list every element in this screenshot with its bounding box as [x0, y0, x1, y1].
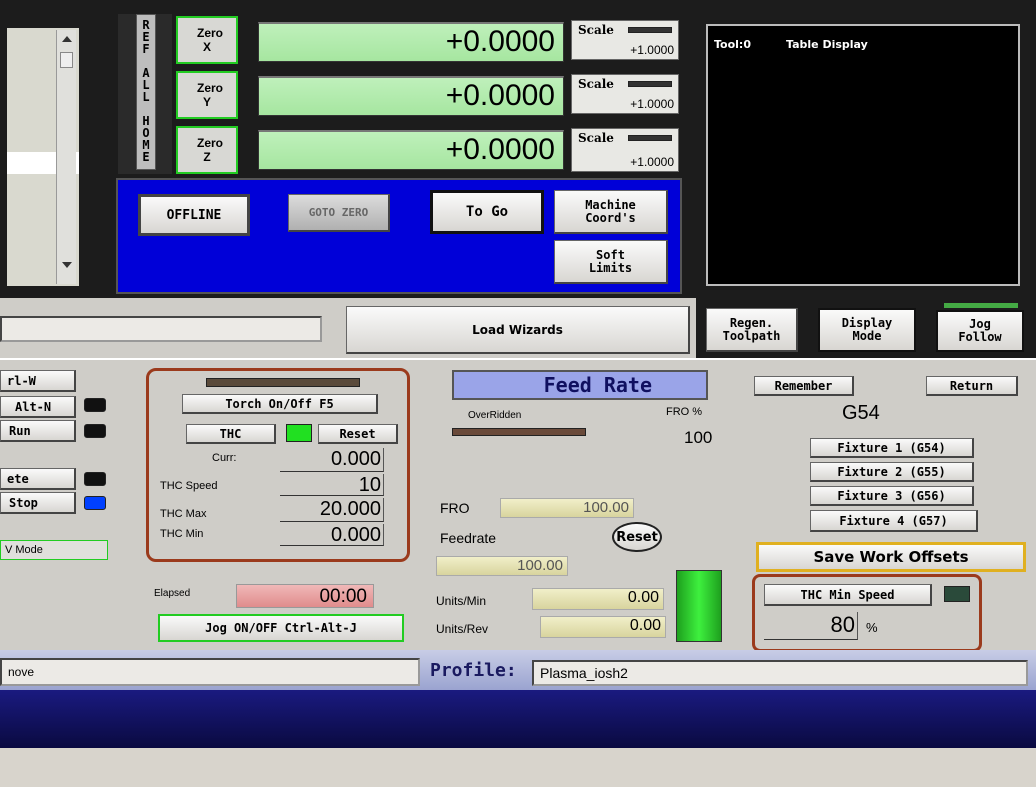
left-button-3[interactable]: Run [0, 420, 76, 442]
thc-speed-value[interactable]: 10 [280, 474, 384, 496]
fixture-4-button[interactable]: Fixture 4 (G57) [810, 510, 978, 532]
zero-y-label: Zero Y [197, 81, 224, 109]
scroll-thumb[interactable] [60, 52, 73, 68]
thc-min-speed-led [944, 586, 970, 602]
fro-percent-label: FRO % [666, 406, 703, 418]
left-button-5[interactable]: Stop [0, 492, 76, 514]
thc-min-speed-value[interactable]: 80 [764, 612, 858, 640]
left-led-4 [84, 496, 106, 510]
feed-rate-title: Feed Rate [452, 370, 708, 400]
bottom-blue-bar [0, 690, 1036, 748]
thc-led [286, 424, 312, 442]
overridden-led [452, 428, 586, 436]
units-min-value: 0.00 [532, 588, 664, 610]
offline-button[interactable]: OFFLINE [138, 194, 250, 236]
spindle-green-indicator [676, 570, 722, 642]
jog-follow-led [944, 303, 1018, 308]
jog-onoff-button[interactable]: Jog ON/OFF Ctrl-Alt-J [158, 614, 404, 642]
torch-button[interactable]: Torch On/Off F5 [182, 394, 378, 414]
thc-speed-label: THC Speed [160, 480, 218, 492]
thc-min-value[interactable]: 0.000 [280, 524, 384, 546]
fixture-2-button[interactable]: Fixture 2 (G55) [810, 462, 974, 482]
thc-max-value[interactable]: 20.000 [280, 498, 384, 522]
zero-x-label: Zero X [197, 26, 224, 54]
ref-all-home-strip[interactable]: REFALLHOME [136, 14, 156, 170]
scroll-down-icon[interactable] [62, 262, 72, 268]
tool-label: Tool:0 [714, 38, 751, 51]
units-rev-value: 0.00 [540, 616, 666, 638]
z-dro[interactable]: +0.0000 [258, 130, 564, 170]
elapsed-label: Elapsed [154, 588, 191, 599]
fixture-3-button[interactable]: Fixture 3 (G56) [810, 486, 974, 506]
scroll-up-icon[interactable] [62, 36, 72, 42]
thc-reset-button[interactable]: Reset [318, 424, 398, 444]
left-scrollbar[interactable] [56, 30, 76, 284]
zero-x-button[interactable]: Zero X [176, 16, 238, 64]
current-offset: G54 [842, 402, 880, 424]
scale-y-led [628, 81, 672, 87]
left-led-3 [84, 472, 106, 486]
units-min-label: Units/Min [436, 594, 487, 608]
left-button-4[interactable]: ete [0, 468, 76, 490]
zero-z-button[interactable]: Zero Z [176, 126, 238, 174]
scale-y[interactable]: Scale +1.0000 [571, 74, 679, 114]
overridden-label: OverRidden [468, 410, 522, 421]
fro-value[interactable]: 100.00 [500, 498, 634, 518]
regen-toolpath-button[interactable]: Regen. Toolpath [706, 308, 798, 352]
profile-label: Profile: [430, 660, 517, 681]
table-display[interactable]: Tool:0 Table Display [706, 24, 1020, 286]
table-display-title: Table Display [786, 38, 868, 51]
feed-reset-button[interactable]: Reset [612, 522, 662, 552]
torch-led [206, 378, 360, 387]
machine-coords-button[interactable]: Machine Coord's [554, 190, 668, 234]
feedrate-label: Feedrate [440, 530, 497, 546]
zero-z-label: Zero Z [197, 136, 224, 164]
thc-min-speed-button[interactable]: THC Min Speed [764, 584, 932, 606]
bottom-gray-bar [0, 748, 1036, 787]
zero-y-button[interactable]: Zero Y [176, 71, 238, 119]
y-dro[interactable]: +0.0000 [258, 76, 564, 116]
fro-label: FRO [440, 500, 470, 516]
left-led-1 [84, 398, 106, 412]
scale-x-led [628, 27, 672, 33]
profile-value: Plasma_iosh2 [532, 660, 1028, 686]
status-message: nove [0, 658, 420, 686]
return-button[interactable]: Return [926, 376, 1018, 396]
goto-zero-button[interactable]: GOTO ZERO [288, 194, 390, 232]
display-mode-button[interactable]: Display Mode [818, 308, 916, 352]
thc-min-label: THC Min [160, 528, 204, 540]
fro-percent-value: 100 [684, 428, 713, 447]
x-dro[interactable]: +0.0000 [258, 22, 564, 62]
status-input[interactable] [0, 316, 322, 342]
thc-button[interactable]: THC [186, 424, 276, 444]
left-button-1[interactable]: rl-W [0, 370, 76, 392]
feedrate-value[interactable]: 100.00 [436, 556, 568, 576]
remember-button[interactable]: Remember [754, 376, 854, 396]
load-wizards-button[interactable]: Load Wizards [346, 306, 690, 354]
elapsed-value: 00:00 [236, 584, 374, 608]
save-work-offsets-button[interactable]: Save Work Offsets [756, 542, 1026, 572]
left-led-2 [84, 424, 106, 438]
to-go-button[interactable]: To Go [430, 190, 544, 234]
jog-follow-button[interactable]: Jog Follow [936, 310, 1024, 352]
thc-curr-value[interactable]: 0.000 [280, 448, 384, 472]
scale-z-led [628, 135, 672, 141]
thc-curr-label: Curr: [212, 452, 237, 464]
cv-mode-field[interactable]: V Mode [0, 540, 108, 560]
left-button-2[interactable]: Alt-N [0, 396, 76, 418]
scale-z[interactable]: Scale +1.0000 [571, 128, 679, 172]
percent-label: % [866, 620, 878, 635]
scale-x[interactable]: Scale +1.0000 [571, 20, 679, 60]
soft-limits-button[interactable]: Soft Limits [554, 240, 668, 284]
units-rev-label: Units/Rev [436, 622, 489, 636]
thc-max-label: THC Max [160, 508, 207, 520]
fixture-1-button[interactable]: Fixture 1 (G54) [810, 438, 974, 458]
